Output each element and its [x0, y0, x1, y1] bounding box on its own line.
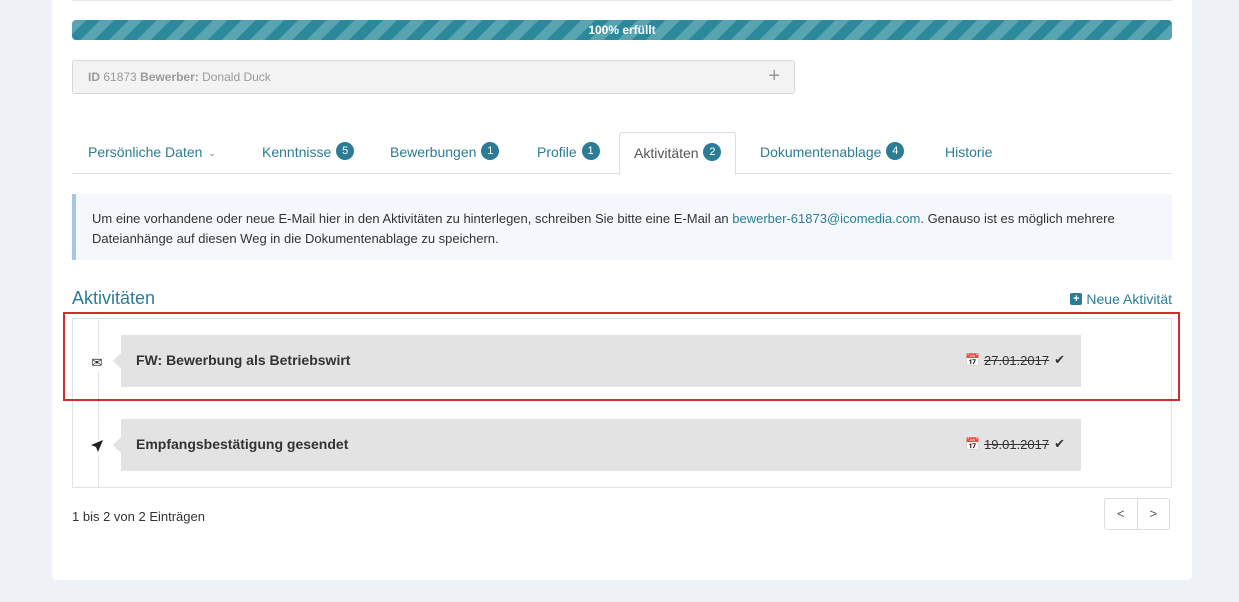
count-badge: 4: [886, 142, 905, 160]
tab-label: Aktivitäten: [634, 145, 699, 161]
candidate-id-field[interactable]: ID 61873 Bewerber: Donald Duck +: [72, 60, 795, 94]
tab-label: Persönliche Daten: [88, 144, 203, 160]
info-text: Um eine vorhandene oder neue E-Mail hier…: [92, 211, 733, 226]
plus-square-icon: +: [1070, 293, 1083, 305]
tab-bewerbungen[interactable]: Bewerbungen 1: [390, 132, 500, 173]
candidate-summary: ID 61873 Bewerber: Donald Duck: [88, 70, 271, 84]
tab-dokumentenablage[interactable]: Dokumentenablage 4: [760, 132, 905, 173]
section-title: Aktivitäten: [72, 288, 156, 308]
date-value: 19.01.2017: [984, 436, 1050, 452]
activity-box[interactable]: FW: Bewerbung als Betriebswirt 📅 27.01.2…: [113, 335, 1081, 387]
pagination: < >: [1104, 498, 1170, 530]
email-link[interactable]: bewerber-61873@icomedia.com: [732, 211, 920, 226]
activity-title: Empfangsbestätigung gesendet: [136, 436, 349, 452]
role-label: Bewerber:: [140, 70, 199, 84]
tab-kenntnisse[interactable]: Kenntnisse 5: [262, 132, 355, 173]
date-value: 27.01.2017: [984, 352, 1050, 368]
info-alert: Um eine vorhandene oder neue E-Mail hier…: [72, 194, 1172, 260]
plus-icon[interactable]: +: [768, 66, 780, 86]
tab-bar: Persönliche Daten ⌄ Kenntnisse 5 Bewerbun…: [72, 132, 1172, 175]
tab-label: Dokumentenablage: [760, 144, 882, 160]
new-activity-button[interactable]: + Neue Aktivität: [1070, 291, 1172, 307]
tab-persoenliche-daten[interactable]: Persönliche Daten ⌄: [88, 132, 216, 173]
next-page-button[interactable]: >: [1138, 499, 1170, 529]
activity-date: 📅 19.01.2017 ✔: [965, 436, 1065, 452]
prev-page-button[interactable]: <: [1105, 499, 1138, 529]
tab-profile[interactable]: Profile 1: [537, 132, 600, 173]
id-value: 61873: [103, 70, 137, 84]
activity-title: FW: Bewerbung als Betriebswirt: [136, 352, 351, 368]
check-icon: ✔: [1054, 352, 1065, 367]
progress-label: 100% erfüllt: [588, 23, 656, 37]
chevron-down-icon: ⌄: [208, 148, 216, 158]
activity-date: 📅 27.01.2017 ✔: [965, 352, 1065, 368]
tab-label: Bewerbungen: [390, 144, 477, 160]
tab-label: Kenntnisse: [262, 144, 332, 160]
check-icon: ✔: [1054, 436, 1065, 451]
list-item[interactable]: Empfangsbestätigung gesendet 📅 19.01.201…: [73, 419, 1171, 473]
count-badge: 1: [481, 142, 500, 160]
progress-bar: 100% erfüllt: [72, 20, 1172, 40]
count-badge: 5: [336, 142, 355, 160]
new-activity-label: Neue Aktivität: [1086, 291, 1172, 307]
tab-aktivitaeten[interactable]: Aktivitäten 2: [619, 132, 737, 175]
list-item[interactable]: ✉ FW: Bewerbung als Betriebswirt 📅 27.01…: [73, 335, 1171, 389]
entries-count: 1 bis 2 von 2 Einträgen: [72, 509, 205, 524]
top-divider: [72, 0, 1172, 1]
calendar-icon: 📅: [965, 437, 981, 451]
id-label: ID: [88, 70, 100, 84]
paper-plane-icon: [89, 439, 105, 455]
tab-historie[interactable]: Historie: [945, 132, 992, 173]
tab-label: Profile: [537, 144, 577, 160]
count-badge: 2: [703, 143, 722, 161]
tab-label: Historie: [945, 144, 993, 160]
count-badge: 1: [581, 142, 600, 160]
activity-list: ✉ FW: Bewerbung als Betriebswirt 📅 27.01…: [72, 318, 1172, 488]
candidate-name: Donald Duck: [202, 70, 271, 84]
envelope-icon: ✉: [89, 355, 105, 371]
activity-box[interactable]: Empfangsbestätigung gesendet 📅 19.01.201…: [113, 419, 1081, 471]
calendar-icon: 📅: [965, 353, 981, 367]
